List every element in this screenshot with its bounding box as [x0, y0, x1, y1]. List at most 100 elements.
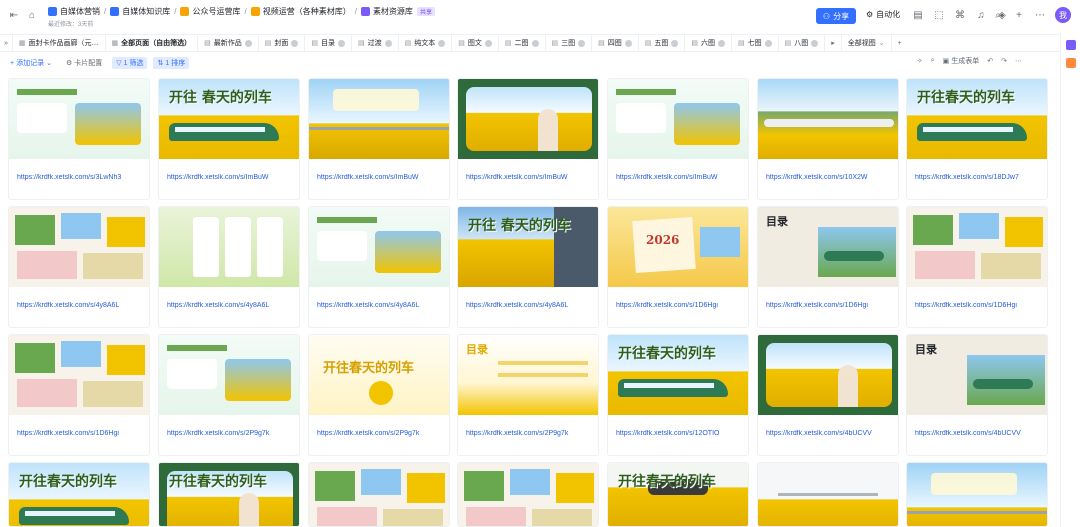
card-link[interactable]: https://krdfk.xetslk.com/s/1D6Hgi: [766, 302, 894, 309]
card-link[interactable]: https://krdfk.xetslk.com/s/ImBuW: [167, 174, 295, 181]
view-tab[interactable]: ▦ 面封卡作品画廊（元…: [13, 34, 106, 52]
card-link[interactable]: https://krdfk.xetslk.com/s/18DJw7: [915, 174, 1043, 181]
view-tab[interactable]: ▤ 五图: [639, 34, 686, 52]
view-tab[interactable]: ▤ 七图: [732, 34, 779, 52]
breadcrumb-item[interactable]: 自媒体知识库: [110, 6, 170, 17]
collapse-sidebar-icon[interactable]: ⇤: [8, 9, 20, 21]
card-link[interactable]: https://krdfk.xetslk.com/s/2P9g7k: [167, 430, 295, 437]
automation-button[interactable]: ⚙ 自动化: [866, 9, 900, 20]
gallery-card[interactable]: https://krdfk.xetslk.com/s/3LwNh3: [8, 78, 150, 200]
puzzle-icon[interactable]: ⌘: [954, 9, 966, 21]
gallery-card[interactable]: 开往春天的列车 https://krdfk.xetslk.com/s/12OTIO: [607, 334, 749, 456]
redo-icon[interactable]: ↷: [1001, 57, 1007, 65]
card-link[interactable]: https://krdfk.xetslk.com/s/4bUCVV: [915, 430, 1043, 437]
layout-icon[interactable]: ▤: [912, 9, 924, 21]
card-thumbnail: [9, 79, 149, 159]
card-link[interactable]: https://krdfk.xetslk.com/s/4bUCVV: [766, 430, 894, 437]
view-tab[interactable]: ▤ 四图: [592, 34, 639, 52]
gallery-card[interactable]: https://krdfk.xetslk.com/s/1D6Hgi: [906, 206, 1048, 328]
gallery-card[interactable]: 目录 https://krdfk.xetslk.com/s/1D6Hgi: [757, 206, 899, 328]
gallery-card[interactable]: 2026 https://krdfk.xetslk.com/s/1D6Hgi: [607, 206, 749, 328]
gallery-card[interactable]: 开往春天的列车 https://krdfk.xetslk.com/s/18DJw7: [906, 78, 1048, 200]
template-icon[interactable]: ⬚: [933, 9, 945, 21]
tabs-scroll-right-icon[interactable]: ▸: [825, 34, 842, 52]
tabs-expand-icon[interactable]: »: [0, 34, 13, 52]
add-record-button[interactable]: + 添加记录 ⌄: [6, 57, 56, 69]
gallery-card[interactable]: [906, 462, 1048, 527]
filter-button[interactable]: ▽ 1 筛选: [112, 57, 148, 69]
gallery-card[interactable]: 目录 https://krdfk.xetslk.com/s/4bUCVV: [906, 334, 1048, 456]
view-tab[interactable]: ▤ 二图: [499, 34, 546, 52]
gallery-card[interactable]: 目录 https://krdfk.xetslk.com/s/2P9g7k: [457, 334, 599, 456]
gallery-card[interactable]: https://krdfk.xetslk.com/s/10X2W: [757, 78, 899, 200]
card-link[interactable]: https://krdfk.xetslk.com/s/1D6Hgi: [17, 430, 145, 437]
gallery-card[interactable]: https://krdfk.xetslk.com/s/ImBuW: [308, 78, 450, 200]
card-link[interactable]: https://krdfk.xetslk.com/s/4y8A6L: [17, 302, 145, 309]
gallery-card[interactable]: https://krdfk.xetslk.com/s/4y8A6L: [8, 206, 150, 328]
gallery-card[interactable]: [457, 462, 599, 527]
gallery-card[interactable]: https://krdfk.xetslk.com/s/2P9g7k: [158, 334, 300, 456]
gallery-card[interactable]: https://krdfk.xetslk.com/s/ImBuW: [457, 78, 599, 200]
gallery-card[interactable]: 开往 春天的列车 https://krdfk.xetslk.com/s/4y8A6…: [457, 206, 599, 328]
card-config-button[interactable]: ⚙ 卡片配置: [62, 57, 106, 69]
breadcrumb-item[interactable]: 视频运营（各种素材库）: [250, 6, 351, 17]
add-view-icon[interactable]: +: [892, 34, 908, 52]
search-record-icon[interactable]: ⌕: [931, 57, 935, 65]
add-icon[interactable]: +: [1013, 9, 1025, 21]
view-tab[interactable]: ▤ 目录: [305, 34, 353, 52]
view-tab[interactable]: ▤ 六图: [685, 34, 733, 52]
gallery-card[interactable]: https://krdfk.xetslk.com/s/ImBuW: [607, 78, 749, 200]
view-tab[interactable]: ▤ 图文: [452, 34, 499, 52]
card-link[interactable]: https://krdfk.xetslk.com/s/1D6Hgi: [616, 302, 744, 309]
gallery-card[interactable]: 开往 春天的列车 https://krdfk.xetslk.com/s/ImBuW: [158, 78, 300, 200]
undo-icon[interactable]: ↶: [987, 57, 993, 65]
view-tab[interactable]: ▤ 最新作品: [198, 34, 259, 52]
share-button[interactable]: ⚇ 分享: [816, 8, 856, 24]
gallery-view-icon: ▤: [784, 40, 792, 47]
gallery-card[interactable]: 开往春天的列车: [8, 462, 150, 527]
view-tab[interactable]: ▤ 三图: [546, 34, 593, 52]
card-link[interactable]: https://krdfk.xetslk.com/s/2P9g7k: [466, 430, 594, 437]
view-tab[interactable]: ▤ 纯文本: [399, 34, 453, 52]
card-link[interactable]: https://krdfk.xetslk.com/s/10X2W: [766, 174, 894, 181]
home-icon[interactable]: ⌂: [26, 9, 38, 21]
plugin-icon[interactable]: [1066, 58, 1076, 68]
view-tab[interactable]: ▦ 全部页面（自由筛选）: [106, 34, 199, 52]
view-tab[interactable]: ▤ 八图: [779, 34, 826, 52]
card-link[interactable]: https://krdfk.xetslk.com/s/4y8A6L: [466, 302, 594, 309]
breadcrumb-item[interactable]: 素材资源库: [360, 6, 413, 17]
card-link[interactable]: https://krdfk.xetslk.com/s/ImBuW: [466, 174, 594, 181]
plus-icon: +: [10, 59, 15, 67]
gallery-card[interactable]: [308, 462, 450, 527]
ai-assistant-icon[interactable]: [1066, 40, 1076, 50]
gallery-card[interactable]: https://krdfk.xetslk.com/s/4y8A6L: [158, 206, 300, 328]
sort-button[interactable]: ⇅ 1 排序: [153, 57, 190, 69]
gallery-card[interactable]: https://krdfk.xetslk.com/s/4bUCVV: [757, 334, 899, 456]
card-link[interactable]: https://krdfk.xetslk.com/s/2P9g7k: [317, 430, 445, 437]
breadcrumb-item[interactable]: 自媒体营销: [48, 6, 100, 17]
all-views-dropdown[interactable]: 全部视图 ⌄: [842, 34, 892, 52]
view-tab[interactable]: ▤ 封面: [259, 34, 306, 52]
search-icon[interactable]: ⌕: [992, 9, 1004, 21]
avatar[interactable]: 我: [1055, 7, 1071, 23]
card-link[interactable]: https://krdfk.xetslk.com/s/ImBuW: [616, 174, 744, 181]
view-tab[interactable]: ▤ 过渡: [352, 34, 399, 52]
bell-icon[interactable]: ♫: [975, 9, 987, 21]
card-link[interactable]: https://krdfk.xetslk.com/s/12OTIO: [616, 430, 744, 437]
card-link[interactable]: https://krdfk.xetslk.com/s/1D6Hgi: [915, 302, 1043, 309]
gallery-card[interactable]: 开往春天的列车: [158, 462, 300, 527]
card-link[interactable]: https://krdfk.xetslk.com/s/ImBuW: [317, 174, 445, 181]
gallery-card[interactable]: 开往春天的列车 https://krdfk.xetslk.com/s/2P9g7k: [308, 334, 450, 456]
gallery-card[interactable]: https://krdfk.xetslk.com/s/4y8A6L: [308, 206, 450, 328]
gallery-card[interactable]: https://krdfk.xetslk.com/s/1D6Hgi: [8, 334, 150, 456]
card-link[interactable]: https://krdfk.xetslk.com/s/4y8A6L: [317, 302, 445, 309]
gallery-card[interactable]: 开往春天的列车: [607, 462, 749, 527]
card-link[interactable]: https://krdfk.xetslk.com/s/4y8A6L: [167, 302, 295, 309]
sparkle-icon[interactable]: ✧: [917, 57, 923, 65]
more-icon[interactable]: ⋯: [1034, 9, 1046, 21]
breadcrumb-item[interactable]: 公众号运营库: [180, 6, 240, 17]
gallery-card[interactable]: [757, 462, 899, 527]
card-link[interactable]: https://krdfk.xetslk.com/s/3LwNh3: [17, 174, 145, 181]
generate-form-button[interactable]: ▣ 生成表单: [943, 56, 980, 66]
more-actions-icon[interactable]: ⋯: [1015, 57, 1022, 65]
